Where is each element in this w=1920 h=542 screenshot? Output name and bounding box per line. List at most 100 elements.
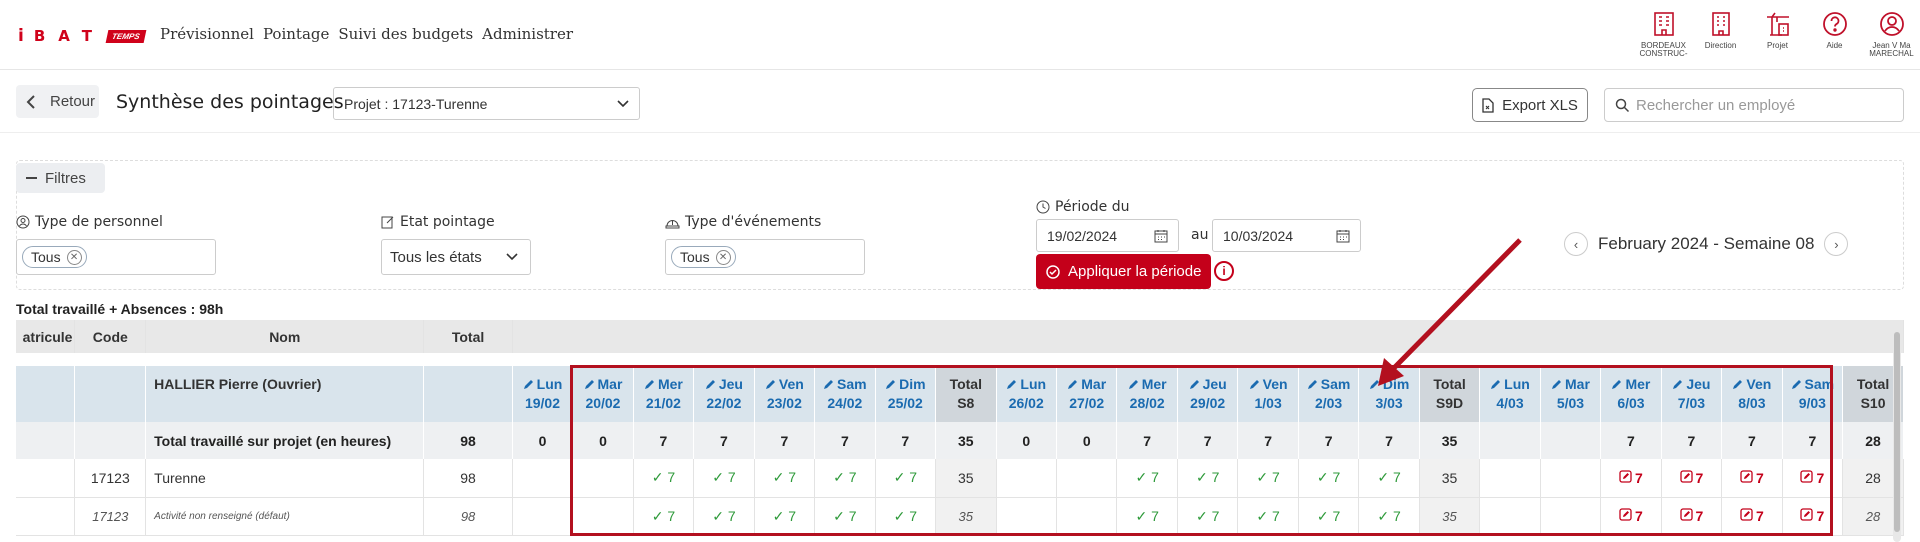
chevron-down-icon	[617, 99, 629, 107]
crane-icon	[1766, 12, 1789, 36]
helmet-icon	[665, 219, 680, 228]
periode-label: Période du	[1036, 199, 1129, 215]
aide-menu[interactable]: Aide	[1806, 10, 1863, 58]
header-filler	[512, 320, 1904, 353]
nav-pointage[interactable]: Pointage	[263, 25, 329, 43]
filters-toggle-label: Filtres	[45, 169, 86, 187]
chip-remove-icon[interactable]: ✕	[715, 249, 731, 265]
calendar-icon	[1154, 229, 1168, 242]
company-menu[interactable]: BORDEAUX CONSTRUC-	[1635, 10, 1692, 58]
export-xls-button[interactable]: Export XLS	[1472, 88, 1588, 122]
row-total-cell: 98	[423, 459, 513, 498]
apply-period-label: Appliquer la période	[1068, 263, 1202, 280]
nav-administrer[interactable]: Administrer	[482, 25, 573, 43]
code-cell: 17123	[74, 497, 147, 536]
next-week-button[interactable]: ›	[1824, 232, 1849, 256]
annotation-highlight-box	[570, 365, 1833, 536]
minus-icon	[26, 177, 37, 179]
main-nav: Prévisionnel Pointage Suivi des budgets …	[160, 25, 573, 43]
etat-pointage-value: Tous les états	[390, 248, 482, 266]
col-total[interactable]: Total	[423, 320, 513, 353]
employee-search-input[interactable]: Rechercher un employé	[1604, 88, 1904, 122]
type-evenements-select[interactable]: Tous ✕	[665, 239, 865, 275]
date-to-value: 10/03/2024	[1223, 227, 1294, 244]
nav-previsionnel[interactable]: Prévisionnel	[160, 25, 254, 43]
ibat-logo[interactable]: i BAT TEMPS	[18, 26, 146, 46]
top-navbar: i BAT TEMPS Prévisionnel Pointage Suivi …	[0, 0, 1920, 70]
export-label: Export XLS	[1502, 96, 1578, 114]
logo-badge: TEMPS	[105, 29, 146, 43]
day-cell[interactable]	[512, 497, 574, 536]
periode-text: Période du	[1055, 199, 1130, 215]
chevron-down-icon	[506, 253, 518, 261]
type-personnel-chip: Tous ✕	[22, 246, 87, 268]
day-cell[interactable]	[512, 459, 574, 498]
col-nom[interactable]: Nom	[145, 320, 425, 353]
logo-word: BAT	[33, 27, 105, 45]
project-select-value: Projet : 17123-Turenne	[344, 95, 488, 112]
etat-pointage-text: Etat pointage	[400, 214, 495, 230]
projet-menu[interactable]: Projet	[1749, 10, 1806, 58]
user-label: Jean V Ma MARECHAL	[1869, 41, 1914, 58]
total-summary: Total travaillé + Absences : 98h	[16, 301, 224, 317]
blank-cell	[74, 366, 147, 422]
page-title: Synthèse des pointages	[116, 91, 344, 113]
col-code[interactable]: Code	[74, 320, 147, 353]
back-button[interactable]: Retour	[16, 85, 99, 118]
blank-cell	[74, 422, 147, 459]
activity-name-cell: Turenne	[145, 459, 425, 498]
projet-label: Projet	[1767, 41, 1788, 50]
chip-remove-icon[interactable]: ✕	[66, 249, 82, 265]
project-select[interactable]: Projet : 17123-Turenne	[333, 87, 640, 120]
employee-name: HALLIER Pierre (Ouvrier)	[145, 366, 425, 422]
type-evenements-chip: Tous ✕	[671, 246, 736, 268]
logo-letter: i	[18, 26, 24, 46]
check-circle-icon	[1046, 264, 1060, 279]
nav-suivi-budgets[interactable]: Suivi des budgets	[338, 25, 473, 43]
page-header: Retour Synthèse des pointages Projet : 1…	[0, 71, 1920, 133]
type-evenements-label: Type d'événements	[665, 214, 821, 230]
code-cell: 17123	[74, 459, 147, 498]
filters-toggle-button[interactable]: Filtres	[16, 163, 105, 193]
building-icon	[1711, 12, 1730, 36]
user-menu[interactable]: Jean V Ma MARECHAL	[1863, 10, 1920, 58]
filters-panel	[16, 160, 1904, 290]
table-header-row: atricule Code Nom Total	[16, 320, 1904, 353]
day-total-cell: 0	[512, 422, 574, 459]
etat-pointage-select[interactable]: Tous les états	[381, 239, 531, 275]
day-name-text: Lun	[536, 376, 563, 392]
direction-menu[interactable]: Direction	[1692, 10, 1749, 58]
project-total-label: Total travaillé sur projet (en heures)	[145, 422, 425, 459]
date-from-input[interactable]: 19/02/2024	[1036, 219, 1179, 252]
top-icon-bar: BORDEAUX CONSTRUC- Direction Projet Aide…	[1635, 10, 1920, 58]
user-icon	[1879, 12, 1904, 36]
au-label: au	[1191, 227, 1209, 243]
date-to-input[interactable]: 10/03/2024	[1212, 219, 1361, 252]
day-header[interactable]: Lun 19/02	[512, 366, 574, 422]
info-icon[interactable]: i	[1214, 261, 1234, 281]
etat-pointage-label: Etat pointage	[381, 214, 495, 230]
building-icon	[1653, 12, 1674, 36]
week-label: February 2024 - Semaine 08	[1598, 234, 1815, 253]
type-personnel-label: Type de personnel	[16, 214, 163, 230]
blank-cell	[16, 366, 76, 422]
apply-period-button[interactable]: Appliquer la période	[1036, 254, 1211, 289]
type-personnel-select[interactable]: Tous ✕	[16, 239, 216, 275]
prev-week-button[interactable]: ‹	[1564, 232, 1588, 256]
date-from-value: 19/02/2024	[1047, 227, 1118, 244]
col-matricule[interactable]: atricule	[16, 320, 76, 353]
direction-label: Direction	[1704, 41, 1737, 50]
table-scrollbar[interactable]	[1893, 326, 1901, 542]
scrollbar-thumb[interactable]	[1894, 332, 1900, 532]
type-personnel-text: Type de personnel	[35, 214, 163, 230]
matricule-cell	[16, 497, 76, 536]
aide-label: Aide	[1826, 41, 1843, 50]
week-navigator: ‹ February 2024 - Semaine 08 ›	[1564, 232, 1849, 256]
row-total-cell: 98	[423, 497, 513, 536]
file-icon	[1482, 97, 1494, 113]
chip-label: Tous	[680, 249, 710, 265]
company-label: BORDEAUX CONSTRUC-	[1639, 41, 1688, 58]
help-icon	[1822, 12, 1847, 36]
day-header-date: 19/02	[524, 395, 561, 411]
back-label: Retour	[50, 93, 96, 110]
